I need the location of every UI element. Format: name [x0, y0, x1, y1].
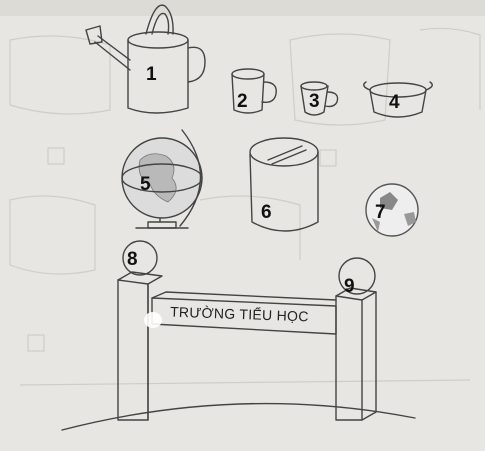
label-4: 4 — [389, 92, 400, 113]
worksheet-illustration: TRƯỜNG TIỂU HỌC 1 2 3 4 5 6 7 8 9 — [0, 0, 485, 451]
label-1: 1 — [146, 64, 157, 85]
ball-icon — [365, 183, 419, 237]
label-5: 5 — [140, 174, 151, 195]
label-6: 6 — [261, 202, 272, 223]
label-8: 8 — [127, 249, 138, 270]
paper-smudge — [144, 312, 162, 328]
label-7: 7 — [375, 202, 386, 223]
label-2: 2 — [237, 91, 248, 112]
label-9: 9 — [344, 276, 355, 297]
label-3: 3 — [309, 91, 320, 112]
